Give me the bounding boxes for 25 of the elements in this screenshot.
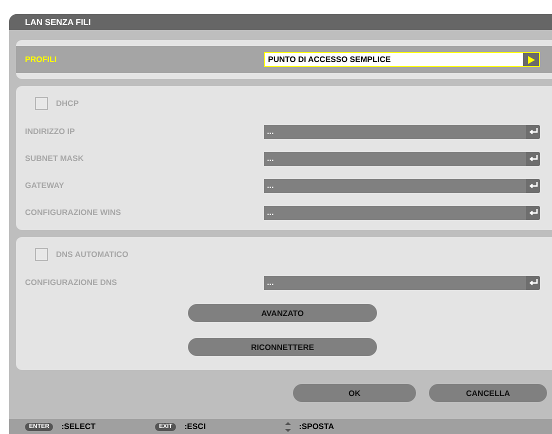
checkbox-label: DHCP [56,98,79,108]
checkbox-label: DNS AUTOMATICO [56,250,128,258]
dialog-button[interactable]: OK [293,384,416,402]
menu-button[interactable]: AVANZATO [188,304,377,322]
key-hint: :SELECT [61,422,96,431]
dialog-button[interactable]: CANCELLA [429,384,547,402]
enter-icon [528,279,538,286]
enter-icon [528,128,538,135]
enter-icon [528,209,538,216]
up-down-arrows-icon [285,422,291,432]
field-label: INDIRIZZO IP [25,127,75,136]
profile-dropdown[interactable]: PUNTO DI ACCESSO SEMPLICE [264,52,540,67]
field-label: SUBNET MASK [25,154,84,163]
menu-button[interactable]: RICONNETTERE [188,338,377,356]
profile-label: PROFILI [25,55,57,64]
window-title: LAN SENZA FILI [9,14,552,30]
play-arrow-icon [528,56,534,64]
profile-row[interactable]: PROFILI PUNTO DI ACCESSO SEMPLICE [16,46,552,73]
field-label: CONFIGURAZIONE WINS [25,208,121,217]
key-hint: :ESCI [184,422,206,431]
key-hint: :SPOSTA [299,422,334,431]
field-label: CONFIGURAZIONE DNS [25,278,117,287]
field-label: GATEWAY [25,181,64,190]
enter-icon [528,155,538,162]
enter-icon [528,182,538,189]
